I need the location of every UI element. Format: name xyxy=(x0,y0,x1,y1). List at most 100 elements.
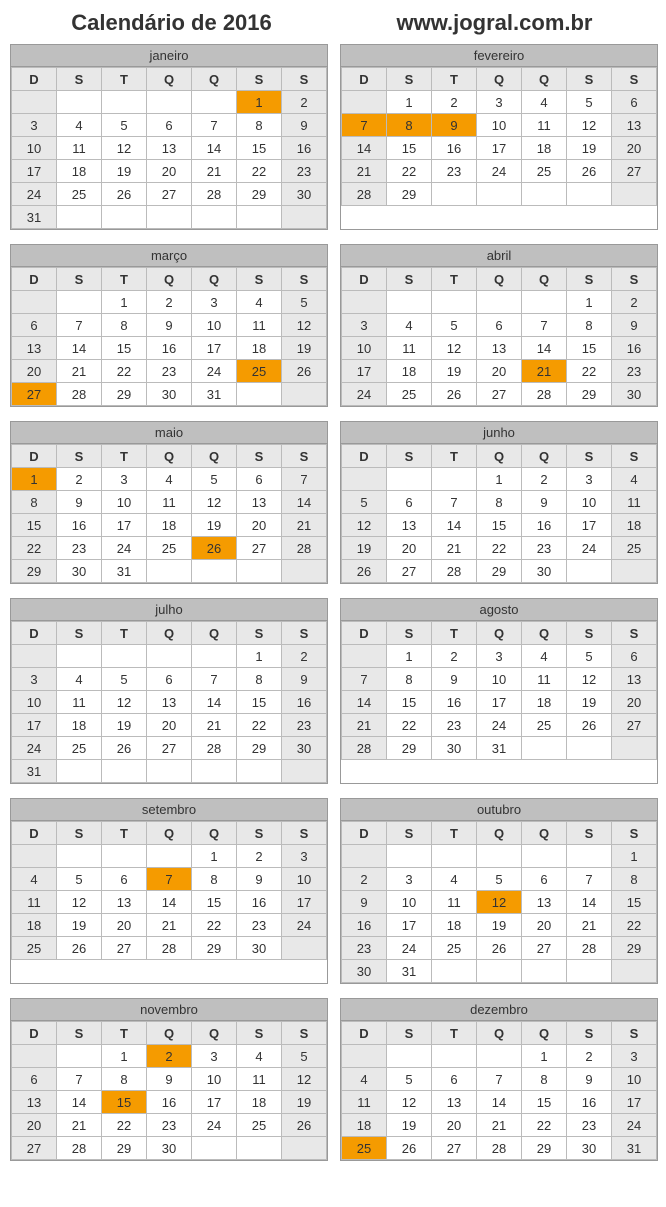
dow-header: S xyxy=(387,622,432,645)
month-table: DSTQQSS123456789101112131415161718192021… xyxy=(341,1021,657,1160)
day-cell xyxy=(342,91,387,114)
day-cell xyxy=(57,1045,102,1068)
day-cell: 28 xyxy=(522,383,567,406)
day-cell xyxy=(57,645,102,668)
day-cell: 3 xyxy=(477,645,522,668)
day-cell: 9 xyxy=(522,491,567,514)
day-cell: 4 xyxy=(522,645,567,668)
day-cell: 20 xyxy=(522,914,567,937)
day-cell: 20 xyxy=(612,137,657,160)
day-cell: 30 xyxy=(342,960,387,983)
dow-header: T xyxy=(432,622,477,645)
day-cell: 28 xyxy=(192,737,237,760)
day-cell: 10 xyxy=(192,1068,237,1091)
day-cell: 2 xyxy=(432,91,477,114)
day-cell: 25 xyxy=(522,714,567,737)
dow-header: D xyxy=(12,445,57,468)
day-cell xyxy=(567,183,612,206)
dow-header: S xyxy=(282,1022,327,1045)
day-cell: 28 xyxy=(147,937,192,960)
dow-header: S xyxy=(237,268,282,291)
day-cell: 3 xyxy=(612,1045,657,1068)
dow-header: S xyxy=(387,822,432,845)
day-cell: 27 xyxy=(387,560,432,583)
dow-header: T xyxy=(102,622,147,645)
day-cell: 31 xyxy=(12,760,57,783)
day-cell xyxy=(477,845,522,868)
day-cell: 17 xyxy=(342,360,387,383)
day-cell: 2 xyxy=(57,468,102,491)
day-cell: 1 xyxy=(477,468,522,491)
day-cell: 11 xyxy=(522,668,567,691)
day-cell: 30 xyxy=(567,1137,612,1160)
day-cell xyxy=(147,91,192,114)
day-cell: 29 xyxy=(12,560,57,583)
day-cell: 6 xyxy=(147,114,192,137)
day-cell: 16 xyxy=(342,914,387,937)
day-cell: 30 xyxy=(612,383,657,406)
day-cell: 7 xyxy=(477,1068,522,1091)
day-cell xyxy=(102,845,147,868)
day-cell: 24 xyxy=(12,737,57,760)
day-cell: 17 xyxy=(612,1091,657,1114)
day-cell: 17 xyxy=(567,514,612,537)
day-cell xyxy=(342,1045,387,1068)
dow-header: Q xyxy=(147,822,192,845)
day-cell: 16 xyxy=(612,337,657,360)
dow-header: S xyxy=(57,622,102,645)
day-cell: 10 xyxy=(477,114,522,137)
dow-header: S xyxy=(282,822,327,845)
day-cell xyxy=(102,645,147,668)
day-cell: 12 xyxy=(432,337,477,360)
day-cell: 26 xyxy=(387,1137,432,1160)
dow-header: S xyxy=(57,68,102,91)
day-cell: 5 xyxy=(192,468,237,491)
day-cell: 9 xyxy=(342,891,387,914)
day-cell: 5 xyxy=(567,645,612,668)
day-cell xyxy=(147,206,192,229)
day-cell: 14 xyxy=(192,691,237,714)
day-cell: 21 xyxy=(282,514,327,537)
day-cell: 29 xyxy=(477,560,522,583)
day-cell xyxy=(192,206,237,229)
month-table: DSTQQSS123456789101112131415161718192021… xyxy=(341,444,657,583)
day-cell: 5 xyxy=(567,91,612,114)
day-cell: 15 xyxy=(237,691,282,714)
day-cell: 27 xyxy=(432,1137,477,1160)
day-cell: 27 xyxy=(12,383,57,406)
day-cell: 13 xyxy=(12,337,57,360)
dow-header: Q xyxy=(522,1022,567,1045)
day-cell: 21 xyxy=(567,914,612,937)
day-cell: 23 xyxy=(342,937,387,960)
day-cell: 24 xyxy=(192,1114,237,1137)
day-cell: 25 xyxy=(342,1137,387,1160)
day-cell: 15 xyxy=(237,137,282,160)
day-cell: 16 xyxy=(147,1091,192,1114)
month-title: fevereiro xyxy=(341,45,657,67)
day-cell: 26 xyxy=(477,937,522,960)
day-cell: 8 xyxy=(237,668,282,691)
day-cell: 15 xyxy=(192,891,237,914)
day-cell xyxy=(57,91,102,114)
day-cell: 11 xyxy=(342,1091,387,1114)
day-cell: 11 xyxy=(432,891,477,914)
day-cell: 19 xyxy=(102,160,147,183)
month-title: junho xyxy=(341,422,657,444)
day-cell: 19 xyxy=(192,514,237,537)
month-abril: abrilDSTQQSS1234567891011121314151617181… xyxy=(340,244,658,407)
dow-header: Q xyxy=(147,68,192,91)
day-cell: 12 xyxy=(282,314,327,337)
day-cell xyxy=(12,845,57,868)
day-cell: 18 xyxy=(522,137,567,160)
day-cell: 10 xyxy=(12,691,57,714)
day-cell: 28 xyxy=(432,560,477,583)
day-cell: 4 xyxy=(57,668,102,691)
day-cell: 25 xyxy=(12,937,57,960)
dow-header: D xyxy=(342,445,387,468)
day-cell: 24 xyxy=(102,537,147,560)
day-cell xyxy=(387,845,432,868)
dow-header: D xyxy=(342,1022,387,1045)
day-cell xyxy=(192,560,237,583)
dow-header: Q xyxy=(522,822,567,845)
day-cell: 10 xyxy=(102,491,147,514)
